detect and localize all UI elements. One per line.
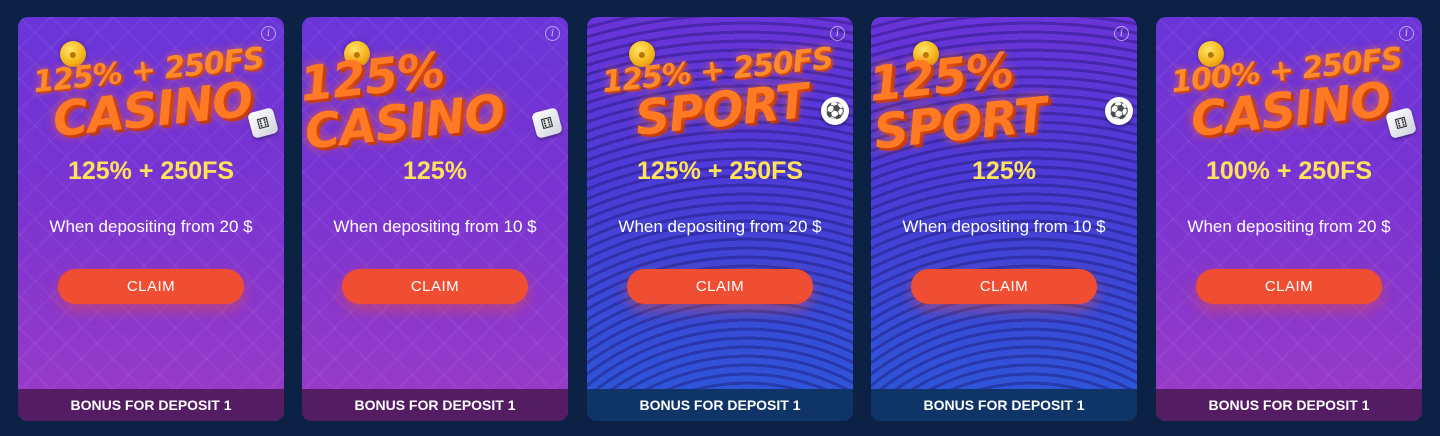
promo-banner: 125% CASINO (302, 21, 568, 168)
card-footer: BONUS FOR DEPOSIT 1 (587, 389, 853, 421)
card-footer: BONUS FOR DEPOSIT 1 (18, 389, 284, 421)
card-footer: BONUS FOR DEPOSIT 1 (1156, 389, 1422, 421)
bonus-amount: 100% + 250FS (1205, 157, 1373, 185)
claim-button[interactable]: CLAIM (627, 269, 813, 304)
card-footer: BONUS FOR DEPOSIT 1 (302, 389, 568, 421)
bonus-card-casino-2: i ● 125% CASINO ⚅ 125% When depositing f… (302, 17, 568, 421)
promo-banner: 125% + 250FS CASINO (18, 21, 284, 168)
soccer-ball-icon: ⚽ (821, 97, 849, 125)
bonus-amount: 125% (972, 157, 1036, 185)
deposit-condition: When depositing from 20 $ (49, 217, 253, 236)
promo-banner: 125% + 250FS SPORT (587, 21, 853, 168)
card-footer: BONUS FOR DEPOSIT 1 (871, 389, 1137, 421)
promo-banner: 125% SPORT (871, 21, 1137, 168)
bonus-card-sport-1: i ● 125% + 250FS SPORT ⚽ 125% + 250FS Wh… (587, 17, 853, 421)
bonus-card-casino-3: i ● 100% + 250FS CASINO ⚅ 100% + 250FS W… (1156, 17, 1422, 421)
bonus-amount: 125% (403, 157, 467, 185)
banner-line2: 125% CASINO (302, 42, 507, 161)
deposit-condition: When depositing from 10 $ (333, 217, 537, 236)
bonus-amount: 125% + 250FS (67, 157, 235, 185)
bonus-amount: 125% + 250FS (636, 157, 804, 185)
banner-line2: 125% SPORT (871, 42, 1050, 161)
bonus-card-casino-1: i ● 125% + 250FS CASINO ⚅ 125% + 250FS W… (18, 17, 284, 421)
claim-button[interactable]: CLAIM (58, 269, 244, 304)
deposit-condition: When depositing from 20 $ (1187, 217, 1391, 236)
bonus-cards-row: i ● 125% + 250FS CASINO ⚅ 125% + 250FS W… (0, 0, 1440, 436)
claim-button[interactable]: CLAIM (342, 269, 528, 304)
promo-banner: 100% + 250FS CASINO (1156, 21, 1422, 168)
soccer-ball-icon: ⚽ (1105, 97, 1133, 125)
claim-button[interactable]: CLAIM (911, 269, 1097, 304)
deposit-condition: When depositing from 20 $ (618, 217, 822, 236)
claim-button[interactable]: CLAIM (1196, 269, 1382, 304)
bonus-card-sport-2: i ● 125% SPORT ⚽ 125% When depositing fr… (871, 17, 1137, 421)
deposit-condition: When depositing from 10 $ (902, 217, 1106, 236)
